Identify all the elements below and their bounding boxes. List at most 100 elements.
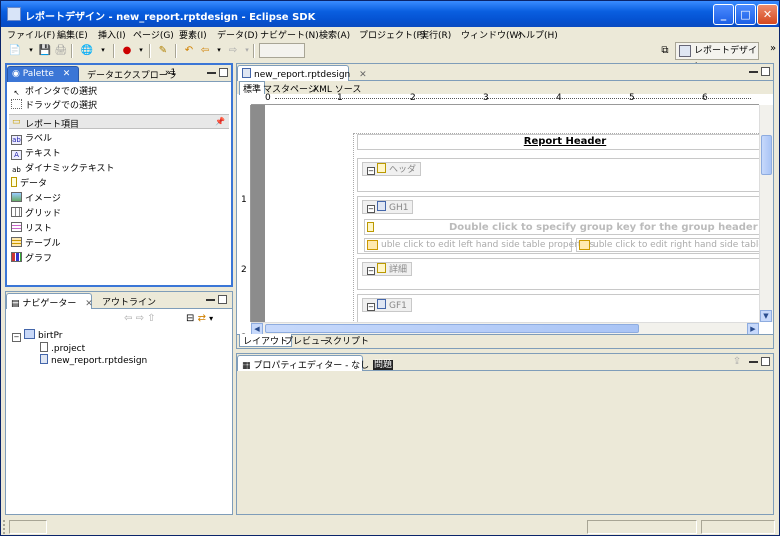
tool-pointer[interactable]: ↖ ポインタでの選択	[11, 84, 97, 98]
tab-editor-file[interactable]: new_report.rptdesign ✕	[237, 65, 367, 81]
table-header-row[interactable]: − ヘッダ	[357, 158, 759, 192]
menu-navigate[interactable]: ナビゲート(N)	[260, 28, 319, 41]
palette-item-list[interactable]: リスト	[11, 221, 52, 235]
title-bar[interactable]: レポートデザイン - new_report.rptdesign - Eclips…	[1, 1, 779, 27]
perspective-button[interactable]: レポートデザイン	[675, 42, 759, 72]
tab-overflow[interactable]: »1	[161, 66, 180, 82]
tab-script[interactable]: スクリプト	[321, 334, 372, 347]
right-table-placeholder[interactable]: uble click to edit right hand side table…	[576, 238, 759, 252]
file-icon	[40, 342, 48, 352]
menu-project[interactable]: プロジェクト(P)	[359, 28, 425, 41]
minimize-icon[interactable]	[749, 360, 758, 363]
horizontal-scrollbar[interactable]: ◀ ▶	[251, 322, 759, 335]
scroll-thumb[interactable]	[265, 324, 639, 333]
tab-navigator[interactable]: ▤ ナビゲーター ✕	[6, 293, 93, 309]
collapse-toggle-icon[interactable]: −	[12, 333, 21, 342]
report-file-icon	[40, 354, 48, 364]
minimize-icon[interactable]	[206, 298, 215, 301]
menu-data[interactable]: データ(D)	[217, 28, 258, 41]
palette-section-report-items[interactable]: ▭ レポート項目 📌	[9, 114, 229, 130]
menu-window[interactable]: ウィンドウ(W)	[461, 28, 522, 41]
print-icon[interactable]: 🖨	[53, 43, 69, 58]
minimize-button[interactable]: _	[713, 4, 734, 25]
new-icon[interactable]: 📄	[7, 43, 23, 58]
minimize-icon[interactable]	[207, 71, 216, 74]
scroll-down-icon[interactable]: ▼	[760, 310, 772, 322]
tab-view-standard[interactable]: 標準	[239, 81, 266, 95]
collapse-toggle-icon[interactable]: −	[367, 303, 375, 311]
maximize-icon[interactable]	[219, 68, 228, 77]
group-key-placeholder[interactable]: Double click to specify group key for th…	[364, 219, 759, 235]
design-canvas[interactable]: Report Header − ヘッダ − GH1 Double click to …	[265, 105, 759, 322]
palette-item-data[interactable]: データ	[11, 176, 47, 190]
close-button[interactable]: ✕	[757, 4, 778, 25]
palette-item-table[interactable]: テーブル	[11, 236, 60, 250]
pin-icon[interactable]: 📌	[215, 117, 225, 126]
view-menu-icon[interactable]: ▾	[209, 314, 213, 323]
maximize-icon[interactable]	[761, 67, 770, 76]
toolbar-separator	[175, 44, 177, 58]
menu-search[interactable]: 検索(A)	[319, 28, 350, 41]
maximize-button[interactable]: □	[735, 4, 756, 25]
palette-tab-icon: ◉	[12, 69, 23, 79]
table-icon	[579, 240, 590, 250]
tab-property-editor[interactable]: ▦ プロパティエディター - なし ✕	[237, 355, 384, 371]
group-footer-row[interactable]: − GF1	[357, 294, 759, 322]
vertical-scrollbar[interactable]: ▼	[759, 105, 773, 322]
link-editor-icon[interactable]: ⇄	[198, 313, 206, 324]
menu-edit[interactable]: 編集(E)	[57, 28, 88, 41]
tree-item-project[interactable]: − birtPr	[12, 329, 62, 342]
nav-forward-icon[interactable]: ⇨	[136, 313, 144, 324]
tree-item-report-file[interactable]: new_report.rptdesign	[40, 354, 147, 366]
menu-element[interactable]: 要素(I)	[179, 28, 207, 41]
tab-problems[interactable]: 問題	[369, 355, 397, 371]
collapse-all-icon[interactable]: ⊟	[186, 313, 194, 324]
palette-item-chart[interactable]: グラフ	[11, 251, 52, 265]
menu-help[interactable]: ヘルプ(H)	[517, 28, 558, 41]
close-icon[interactable]: ✕	[63, 69, 71, 79]
palette-item-grid[interactable]: グリッド	[11, 206, 61, 220]
palette-item-image[interactable]: イメージ	[11, 191, 61, 205]
tab-outline[interactable]: アウトライン	[98, 293, 160, 309]
maximize-icon[interactable]	[761, 357, 770, 366]
property-editor-icon: ▦	[242, 361, 254, 371]
palette-item-dynamic-text[interactable]: ab ダイナミックテキスト	[11, 161, 114, 175]
perspective-overflow-icon[interactable]: »	[765, 41, 780, 56]
nav-up-icon[interactable]: ⇧	[147, 313, 155, 324]
horizontal-ruler: 0 1 2 3 4 5 6	[251, 93, 759, 105]
left-table-placeholder[interactable]: uble click to edit left hand side table …	[364, 238, 594, 252]
report-header[interactable]: Report Header	[357, 134, 759, 150]
collapse-toggle-icon[interactable]: −	[367, 267, 375, 275]
palette-item-label[interactable]: ab ラベル	[11, 131, 52, 145]
run-dropdown-icon[interactable]: ▾	[133, 43, 149, 58]
collapse-toggle-icon[interactable]: −	[367, 205, 375, 213]
close-icon[interactable]: ✕	[359, 70, 367, 80]
pin-icon[interactable]: ✎	[155, 43, 171, 58]
nav-view-buttons: ⊟ ⇄ ▾	[186, 313, 213, 324]
save-icon[interactable]: 💾	[37, 43, 53, 58]
detail-row[interactable]: − 詳細	[357, 258, 759, 290]
tree-item-dotproject[interactable]: .project	[40, 342, 85, 354]
last-edit-icon[interactable]: ↶	[181, 43, 197, 58]
menu-page[interactable]: ページ(G)	[133, 28, 174, 41]
tab-palette[interactable]: ◉ Palette ✕	[7, 66, 79, 82]
palette-item-text[interactable]: A テキスト	[11, 146, 61, 160]
group-header-row[interactable]: − GH1 Double click to specify group key f…	[357, 196, 759, 254]
scroll-thumb[interactable]	[761, 135, 772, 175]
collapse-toggle-icon[interactable]: −	[367, 167, 375, 175]
open-perspective-icon[interactable]: ⧉	[657, 43, 673, 58]
close-icon[interactable]: ✕	[85, 299, 93, 309]
status-cell-1	[9, 520, 47, 534]
menu-run[interactable]: 実行(R)	[420, 28, 451, 41]
menu-file[interactable]: ファイル(F)	[7, 28, 55, 41]
maximize-icon[interactable]	[218, 295, 227, 304]
web-icon[interactable]: 🌐	[79, 43, 95, 58]
properties-action-icon[interactable]: ⇪	[729, 354, 745, 369]
nav-back-icon[interactable]: ⇦	[124, 313, 132, 324]
tool-marquee[interactable]: ドラッグでの選択	[11, 98, 97, 112]
menu-insert[interactable]: 挿入(I)	[98, 28, 126, 41]
zoom-combo[interactable]	[259, 43, 305, 58]
minimize-icon[interactable]	[749, 70, 758, 73]
editor-tabbar: new_report.rptdesign ✕	[237, 64, 773, 81]
web-dropdown-icon[interactable]: ▾	[95, 43, 111, 58]
